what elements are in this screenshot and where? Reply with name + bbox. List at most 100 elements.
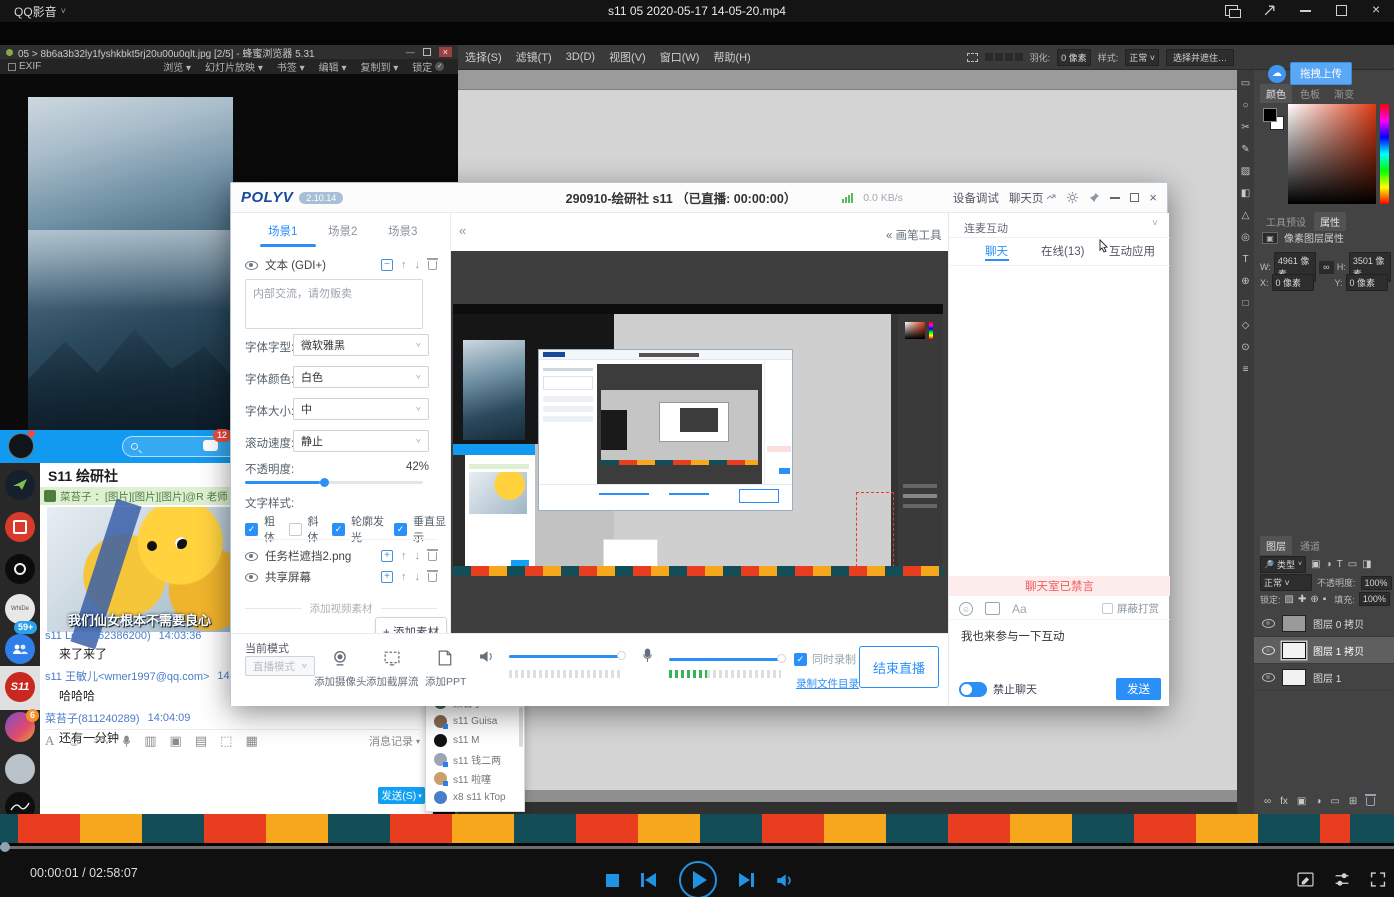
tool-icon-4[interactable]: ▨	[1241, 166, 1250, 177]
viewer-menu-slideshow[interactable]: 幻灯片放映 ▾	[205, 59, 263, 74]
marquee-tool-icon[interactable]	[967, 53, 978, 62]
layer-row-selected[interactable]: 图层 1 拷贝	[1254, 637, 1394, 664]
polyv-maximize-button[interactable]	[1130, 193, 1139, 202]
boolean-mode-icons[interactable]	[985, 53, 1023, 61]
move-down-icon[interactable]: ↓	[415, 571, 421, 583]
close-button[interactable]: ×	[1372, 1, 1380, 17]
move-down-icon[interactable]: ↓	[415, 550, 421, 562]
menu-3d[interactable]: 3D(D)	[566, 51, 595, 63]
play-button[interactable]	[679, 861, 717, 897]
chat-page-button[interactable]: 聊天页	[1009, 190, 1057, 206]
message-sender[interactable]: s11 Leila(862386200)	[45, 630, 151, 642]
avatar-cat[interactable]	[5, 754, 35, 784]
tool-icon-5[interactable]: ◧	[1241, 188, 1250, 199]
font-icon[interactable]: A	[45, 733, 54, 749]
tab-apps[interactable]: 互动应用	[1109, 243, 1155, 259]
tab-scene2[interactable]: 场景2	[328, 223, 357, 239]
new-layer-icon[interactable]: ⊞	[1349, 796, 1357, 807]
layer-type-filter[interactable]: 🔎类型˅	[1260, 556, 1306, 573]
shake-icon[interactable]: ▥	[144, 733, 156, 749]
delete-source-icon[interactable]	[428, 573, 437, 582]
select-and-mask-button[interactable]: 选择并遮住…	[1166, 49, 1234, 66]
hue-bar[interactable]	[1380, 104, 1389, 204]
tab-color[interactable]: 颜色	[1260, 84, 1292, 103]
layer-row[interactable]: 图层 1	[1254, 664, 1394, 691]
pin-icon[interactable]	[1089, 192, 1100, 203]
add-ppt-icon[interactable]	[438, 650, 452, 666]
annotate-button[interactable]	[1297, 872, 1314, 887]
menu-help[interactable]: 帮助(H)	[713, 49, 750, 65]
layer-style-icon[interactable]: fx	[1280, 796, 1288, 807]
calendar-icon[interactable]: ▦	[245, 733, 257, 749]
player-progress-handle[interactable]	[0, 842, 10, 852]
interact-header[interactable]: 连麦互动	[964, 220, 1008, 236]
layer-visibility-icon[interactable]	[1262, 673, 1275, 682]
layer-row[interactable]: 图层 0 拷贝	[1254, 610, 1394, 637]
avatar-s11-group[interactable]: S11	[5, 672, 35, 702]
viewer-maximize-button[interactable]	[423, 48, 431, 56]
x-field[interactable]: 0 像素	[1272, 274, 1314, 291]
viewer-exif-button[interactable]: EXIF	[8, 61, 41, 72]
glow-checkbox[interactable]	[332, 523, 345, 536]
font-color-select[interactable]: 白色˅	[293, 366, 429, 388]
member-item[interactable]: s11 M	[426, 731, 524, 750]
blend-mode-select[interactable]: 正常 ˅	[1260, 574, 1312, 591]
launcher-icon[interactable]	[1263, 4, 1276, 17]
layer-visibility-icon[interactable]	[1262, 619, 1275, 628]
opacity-slider[interactable]	[245, 481, 423, 484]
filter-shape-icon[interactable]: ▭	[1348, 559, 1357, 570]
lock-art-icon[interactable]: ▪	[1323, 594, 1327, 605]
menu-filter[interactable]: 滤镜(T)	[516, 49, 552, 65]
image-source-row[interactable]: 任务栏遮挡2.png +↑↓	[245, 539, 437, 564]
cloud-upload-icon[interactable]: ☁	[1268, 65, 1286, 83]
send-chat-button[interactable]: 发送	[1116, 678, 1161, 700]
avatar-paperplane[interactable]	[5, 470, 35, 500]
filter-pixel-icon[interactable]: ▣	[1311, 559, 1320, 570]
font-size-select[interactable]: 中˅	[293, 398, 429, 420]
layer-mask-icon[interactable]: ▣	[1297, 796, 1306, 807]
layer-visibility-icon[interactable]	[1262, 646, 1275, 655]
speaker-volume-icon[interactable]	[479, 650, 494, 663]
tab-layers[interactable]: 图层	[1260, 536, 1292, 555]
end-live-button[interactable]: 结束直播	[859, 646, 939, 688]
tool-icon-10[interactable]: □	[1242, 298, 1248, 309]
voice-icon[interactable]	[122, 735, 131, 748]
expand-source-icon[interactable]: +	[381, 550, 393, 562]
mute-chat-toggle[interactable]	[959, 682, 987, 697]
add-camera-icon[interactable]	[332, 650, 348, 666]
y-field[interactable]: 0 像素	[1346, 274, 1388, 291]
apps-icon[interactable]: ⬚	[220, 733, 232, 749]
lock-all-icon[interactable]: ⊕	[1310, 594, 1318, 605]
feather-field[interactable]: 0 像素	[1057, 49, 1091, 66]
screen-source-row[interactable]: 共享屏幕 +↑↓	[245, 569, 437, 585]
fullscreen-button[interactable]	[1370, 872, 1386, 887]
member-item[interactable]: s11 钱二两	[426, 750, 524, 769]
viewer-titlebar[interactable]: 05 > 8b6a3b32ly1fyshkbkt5rj20u00u0qlt.jp…	[0, 45, 458, 59]
menu-view[interactable]: 视图(V)	[609, 49, 646, 65]
add-screen-icon[interactable]	[384, 650, 400, 666]
text-content-box[interactable]: 内部交流，请勿贩卖	[245, 279, 423, 329]
emoji-icon[interactable]: ☺	[67, 734, 80, 749]
tab-swatches[interactable]: 色板	[1294, 84, 1326, 103]
mode-select[interactable]: 直播模式˅	[245, 656, 315, 676]
chat-draft-input[interactable]: 我也来参与一下互动	[949, 619, 1170, 675]
avatar-red-char[interactable]	[5, 512, 35, 542]
send-image-icon[interactable]	[985, 602, 1000, 615]
brush-tool-button[interactable]: « 画笔工具	[886, 227, 942, 243]
opacity-field[interactable]: 100%	[1361, 576, 1392, 590]
menu-select[interactable]: 选择(S)	[465, 49, 502, 65]
viewer-menu-copyto[interactable]: 复制到 ▾	[360, 59, 398, 74]
member-item[interactable]: s11 Guisa	[426, 712, 524, 731]
tool-icon-7[interactable]: ◎	[1241, 232, 1250, 243]
settings-gear-icon[interactable]	[1066, 191, 1079, 204]
visibility-eye-icon[interactable]	[245, 573, 258, 582]
tab-tool-presets[interactable]: 工具预设	[1260, 212, 1312, 231]
live-preview-area[interactable]	[451, 251, 948, 633]
move-up-icon[interactable]: ↑	[401, 550, 407, 562]
lock-position-icon[interactable]: ✚	[1298, 594, 1306, 605]
bold-checkbox[interactable]	[245, 523, 258, 536]
visibility-eye-icon[interactable]	[245, 552, 258, 561]
viewer-minimize-button[interactable]: —	[406, 47, 415, 57]
canvas-scrollbar[interactable]	[458, 790, 1255, 802]
tool-icon-9[interactable]: ⊕	[1241, 276, 1249, 287]
